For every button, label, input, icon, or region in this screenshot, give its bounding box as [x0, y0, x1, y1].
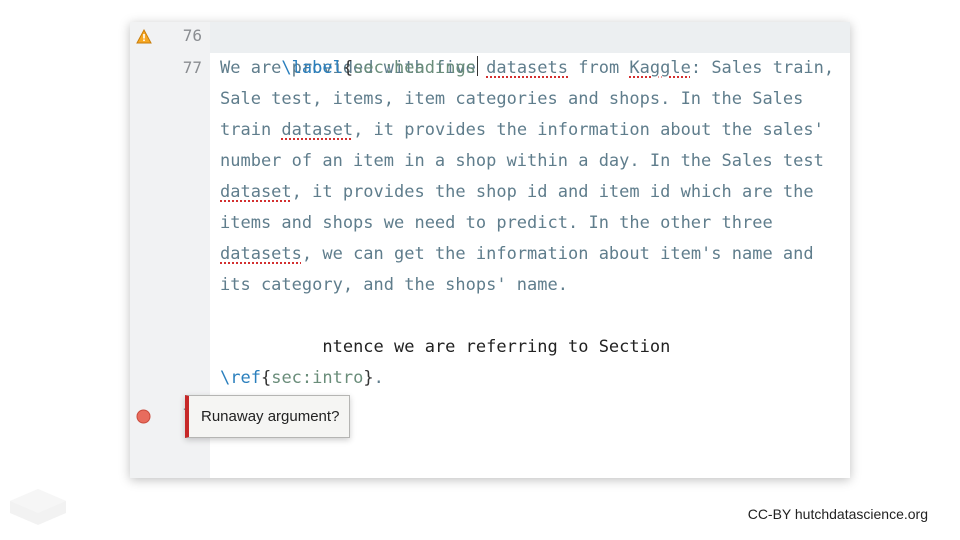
- spellcheck-word: datasets: [486, 58, 568, 78]
- tooltip-text: Runaway argument?: [201, 408, 339, 425]
- code-line-79-partial-a[interactable]: In this sentence we are referring to Sec…: [210, 332, 850, 363]
- line-number[interactable]: 76: [172, 26, 202, 45]
- brace-open: {: [343, 58, 353, 78]
- latex-command: \ref: [220, 368, 261, 388]
- latex-command: \label: [281, 58, 342, 78]
- ref-identifier: sec:intro: [271, 368, 363, 388]
- error-tooltip[interactable]: Runaway argument?: [185, 395, 350, 438]
- code-area[interactable]: \label{sec:headings We are provided with…: [210, 22, 850, 478]
- code-line-76[interactable]: \label{sec:headings: [210, 22, 850, 53]
- text-segment: ntence we are referring to Section: [322, 337, 670, 357]
- editor-panel: 76 77 78 \label{sec:headings We are prov…: [130, 22, 850, 478]
- spellcheck-word: datasets: [220, 244, 302, 264]
- warning-triangle-icon[interactable]: [136, 29, 152, 45]
- text-segment: , it provides the shop id and item id wh…: [220, 182, 814, 233]
- code-line-79-partial-b[interactable]: \ref{sec:intro}.: [210, 363, 850, 394]
- line-number[interactable]: 77: [172, 58, 202, 77]
- error-dot-icon[interactable]: [136, 409, 152, 425]
- text-segment: , we can get the information about item'…: [220, 244, 814, 295]
- spellcheck-word: dataset: [220, 182, 292, 202]
- brace-open: {: [261, 368, 271, 388]
- text-cursor: [477, 56, 478, 76]
- spellcheck-word: Kaggle: [629, 58, 690, 78]
- brace-close: }: [363, 368, 373, 388]
- label-identifier: sec:headings: [353, 58, 476, 78]
- text-segment: .: [374, 368, 384, 388]
- code-line-78[interactable]: [210, 301, 850, 332]
- corner-logo-icon: [10, 479, 66, 532]
- attribution-text: CC-BY hutchdatascience.org: [748, 506, 928, 522]
- code-line-77[interactable]: We are provided with five datasets from …: [210, 53, 850, 301]
- spellcheck-word: dataset: [281, 120, 353, 140]
- text-segment: from: [568, 58, 629, 78]
